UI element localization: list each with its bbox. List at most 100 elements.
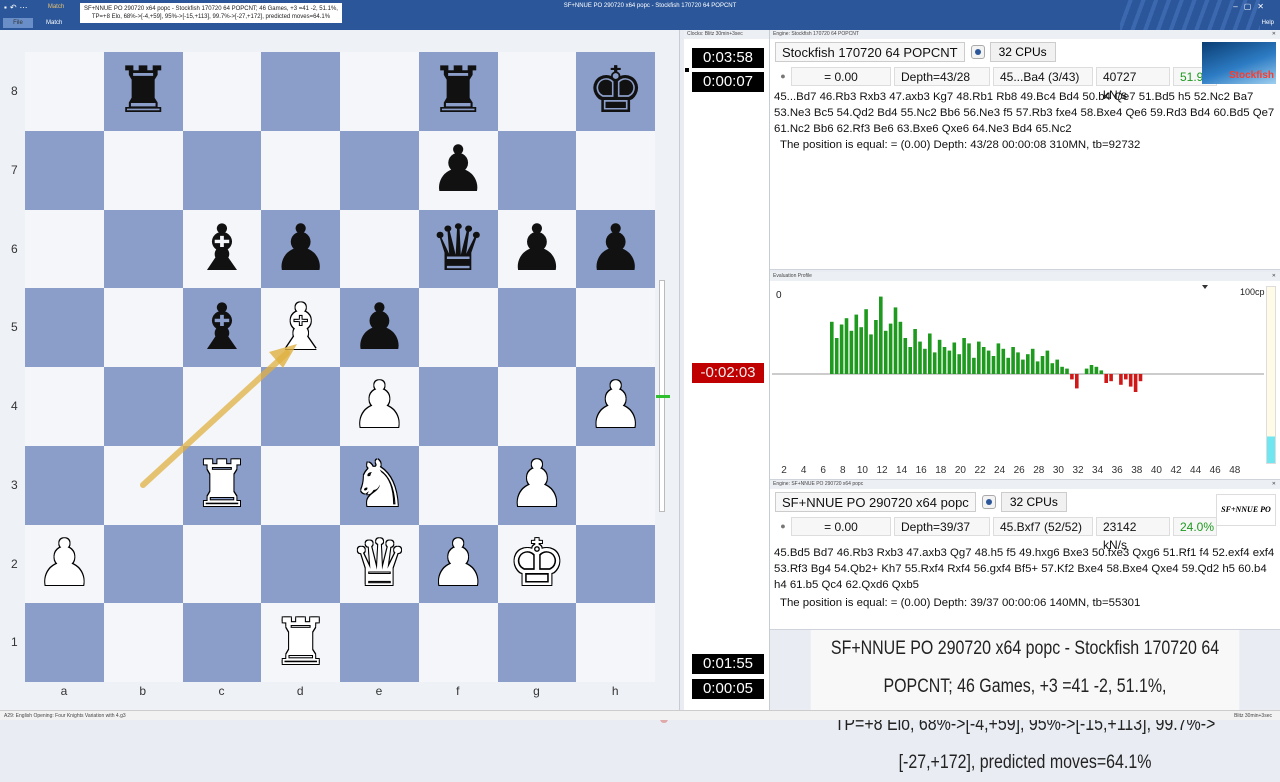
square-g7[interactable] [497, 130, 577, 210]
window-controls[interactable]: –▢✕ [1233, 2, 1270, 11]
engine1-cpus-button[interactable]: 32 CPUs [989, 42, 1056, 62]
eval-close-icon[interactable]: ✕ [1272, 272, 1276, 281]
square-c8[interactable] [182, 52, 262, 131]
square-f7[interactable]: ♟ [418, 130, 498, 210]
square-c1[interactable] [182, 603, 262, 682]
black-rook-f8[interactable]: ♜ [429, 59, 486, 123]
square-b2[interactable] [103, 524, 183, 604]
square-b5[interactable] [103, 288, 183, 367]
square-d6[interactable]: ♟ [261, 209, 340, 289]
square-d2[interactable] [261, 524, 340, 604]
square-d5[interactable]: ♝ [261, 288, 340, 367]
square-e3[interactable]: ♞ [340, 445, 419, 525]
square-g2[interactable]: ♚ [497, 524, 577, 604]
square-h1[interactable] [576, 603, 655, 682]
engine1-name[interactable]: Stockfish 170720 64 POPCNT [775, 42, 965, 62]
square-d8[interactable] [261, 52, 340, 131]
square-b1[interactable] [103, 603, 183, 682]
black-pawn-f7[interactable]: ♟ [429, 138, 486, 202]
square-h5[interactable] [576, 288, 655, 367]
square-f8[interactable]: ♜ [418, 52, 498, 131]
square-e7[interactable] [340, 130, 419, 210]
white-rook-c3[interactable]: ♜ [193, 453, 250, 517]
black-pawn-d6[interactable]: ♟ [272, 217, 329, 281]
black-king-h8[interactable]: ♚ [587, 59, 644, 123]
square-d4[interactable] [261, 367, 340, 446]
white-knight-e3[interactable]: ♞ [351, 453, 408, 517]
square-b8[interactable]: ♜ [103, 52, 183, 131]
square-g5[interactable] [497, 288, 577, 367]
quick-access-icons[interactable]: ▪↶⋯ [4, 3, 31, 12]
black-pawn-e5[interactable]: ♟ [351, 296, 408, 360]
square-c4[interactable] [182, 367, 262, 446]
square-a1[interactable] [25, 603, 104, 682]
engine2-cpus-button[interactable]: 32 CPUs [1000, 492, 1067, 512]
black-queen-f6[interactable]: ♛ [429, 217, 486, 281]
white-pawn-g3[interactable]: ♟ [508, 453, 565, 517]
square-g8[interactable] [497, 52, 577, 131]
file-menu-button[interactable]: File [3, 18, 33, 28]
square-f1[interactable] [418, 603, 498, 682]
square-c7[interactable] [182, 130, 262, 210]
square-e5[interactable]: ♟ [340, 288, 419, 367]
white-pawn-a2[interactable]: ♟ [36, 532, 93, 596]
engine2-name[interactable]: SF+NNUE PO 290720 x64 popc [775, 492, 976, 512]
ribbon-tab-match[interactable]: Match [44, 2, 68, 12]
square-b3[interactable] [103, 445, 183, 525]
square-a8[interactable] [25, 52, 104, 131]
black-rook-b8[interactable]: ♜ [114, 59, 171, 123]
square-c2[interactable] [182, 524, 262, 604]
black-pawn-g6[interactable]: ♟ [508, 217, 565, 281]
black-pawn-h6[interactable]: ♟ [587, 217, 644, 281]
square-a3[interactable] [25, 445, 104, 525]
square-b7[interactable] [103, 130, 183, 210]
square-f3[interactable] [418, 445, 498, 525]
square-e8[interactable] [340, 52, 419, 131]
square-g3[interactable]: ♟ [497, 445, 577, 525]
square-h7[interactable] [576, 130, 655, 210]
white-queen-e2[interactable]: ♛ [351, 532, 408, 596]
white-pawn-f2[interactable]: ♟ [429, 532, 486, 596]
engine2-toggle[interactable] [981, 495, 996, 509]
evaluation-profile-chart[interactable]: 0 100cp2 4 6 8 10 12 14 16 18 20 22 24 26 28 30 32 34 36 38… [770, 281, 1280, 479]
square-b6[interactable] [103, 209, 183, 289]
square-h6[interactable]: ♟ [576, 209, 655, 289]
square-g1[interactable] [497, 603, 577, 682]
engine1-close-icon[interactable]: ✕ [1272, 30, 1276, 39]
help-button[interactable]: Help [1262, 20, 1274, 26]
square-d3[interactable] [261, 445, 340, 525]
white-bishop-d5[interactable]: ♝ [272, 296, 329, 360]
square-b4[interactable] [103, 367, 183, 446]
ribbon-tab-match-secondary[interactable]: Match [42, 18, 66, 28]
white-king-g2[interactable]: ♚ [508, 532, 565, 596]
engine2-close-icon[interactable]: ✕ [1272, 480, 1276, 489]
square-f2[interactable]: ♟ [418, 524, 498, 604]
square-e2[interactable]: ♛ [340, 524, 419, 604]
square-g6[interactable]: ♟ [497, 209, 577, 289]
black-bishop-c5[interactable]: ♝ [193, 296, 250, 360]
square-c5[interactable]: ♝ [182, 288, 262, 367]
chess-board[interactable]: ♜ ♜ ♚ ♟ ♝ ♟ ♛ ♟ ♟ ♝ ♝ ♟ ♟ ♟ ♜ ♞ ♟ ♟ ♛ ♟ ♚ ♜ [25, 52, 655, 682]
square-f6[interactable]: ♛ [418, 209, 498, 289]
square-a7[interactable] [25, 130, 104, 210]
square-f5[interactable] [418, 288, 498, 367]
square-e6[interactable] [340, 209, 419, 289]
square-g4[interactable] [497, 367, 577, 446]
engine1-toggle[interactable] [970, 45, 985, 59]
square-e4[interactable]: ♟ [340, 367, 419, 446]
white-pawn-h4[interactable]: ♟ [587, 374, 644, 438]
square-h8[interactable]: ♚ [576, 52, 655, 131]
square-f4[interactable] [418, 367, 498, 446]
square-a6[interactable] [25, 209, 104, 289]
square-e1[interactable] [340, 603, 419, 682]
square-c6[interactable]: ♝ [182, 209, 262, 289]
white-pawn-e4[interactable]: ♟ [351, 374, 408, 438]
square-h3[interactable] [576, 445, 655, 525]
square-h4[interactable]: ♟ [576, 367, 655, 446]
black-bishop-c6[interactable]: ♝ [193, 217, 250, 281]
square-c3[interactable]: ♜ [182, 445, 262, 525]
square-d7[interactable] [261, 130, 340, 210]
white-rook-d1[interactable]: ♜ [272, 611, 329, 675]
square-a4[interactable] [25, 367, 104, 446]
square-a2[interactable]: ♟ [25, 524, 104, 604]
